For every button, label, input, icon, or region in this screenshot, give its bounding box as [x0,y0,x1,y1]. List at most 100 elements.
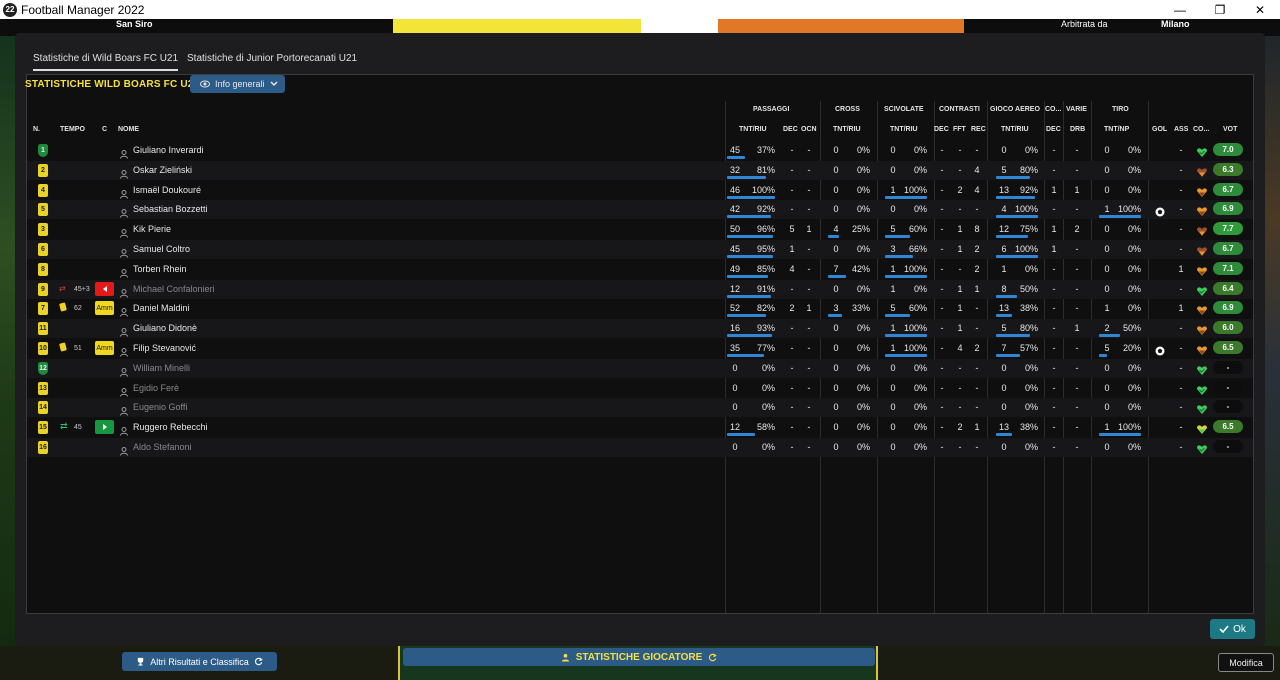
player-name-link[interactable]: Egidio Ferè [133,383,179,393]
player-name-link[interactable]: Filip Stevanović [133,343,196,353]
table-row[interactable]: 11 Giuliano Didonè 16 93% - - 0 0% 1 100% - 1 - 5 80% -… [27,319,1253,339]
col-header-aer-tnt[interactable]: TNT/RIU [1001,126,1029,133]
info-generali-dropdown[interactable]: Info generali [190,75,285,93]
co-decisive: - [1052,204,1056,215]
aerial-duels-attempts: 8 [1001,283,1007,294]
tackles: 5 60% [885,222,927,239]
tackles-bar [885,235,910,239]
player-name-link[interactable]: Giuliano Didonè [133,323,197,333]
player-name-link[interactable]: Ruggero Rebecchi [133,422,208,432]
table-row[interactable]: 14 Eugenio Goffi 0 0% - - 0 0% 0 0% - - - 0 0% - - 0 0% - - [27,398,1253,418]
assists: - [1179,164,1183,175]
col-header-c[interactable]: C [102,126,107,133]
contrasts-fouls: 1 [957,323,963,334]
col-header-pass-dec[interactable]: DEC [783,126,798,133]
passes-attempts: 35 [729,343,740,353]
player-name-link[interactable]: Ismaël Doukouré [133,185,201,195]
table-row[interactable]: 13 Egidio Ferè 0 0% - - 0 0% 0 0% - - - 0 0% - - 0 0% - - [27,379,1253,398]
table-row[interactable]: 15 ⇄ 45 Ruggero Rebecchi 12 58% - -0 0% 0 0% -2 1 13 3… [27,418,1253,437]
col-header-n[interactable]: N. [33,126,40,133]
shirt-number-badge: 5 [38,203,48,217]
player-name-link[interactable]: Giuliano Inverardi [133,145,204,155]
table-row[interactable]: 9 ⇄ 45+3 Michael Confalonieri 12 91% - - 0 0% 1 0% -… [27,279,1253,299]
table-row[interactable]: 8 Torben Rhein 49 85% 4 - 7 42% 1 100% - - 2 1 0% - - 0 0%… [27,260,1253,279]
passes-chances: 1 [806,224,812,235]
close-window-button[interactable]: ✕ [1240,0,1280,19]
crosses-pct: 0% [856,442,870,452]
table-row[interactable]: 5 Sebastian Bozzetti 42 92% - - 0 0% 0 0% - - - 4 100%… [27,200,1253,220]
col-header-vot[interactable]: VOT [1223,126,1237,133]
modifica-button[interactable]: Modifica [1218,653,1274,672]
table-row[interactable]: 1 Giuliano Inverardi 45 37% - - 0 0% 0 0% - - - 0 0% - -… [27,141,1253,160]
col-header-tempo[interactable]: TEMPO [60,126,85,133]
col-header-con-fft[interactable]: FFT [953,126,966,133]
shirt-number-badge: 6 [38,243,48,256]
passes-decisive: 1 [789,244,795,254]
crosses-attempts: 7 [833,263,839,274]
contrasts-recoveries: - [975,145,979,155]
col-header-varie-drb[interactable]: DRB [1070,126,1085,133]
dribbles: - [1075,402,1079,413]
col-header-cond[interactable]: CO... [1193,126,1209,133]
player-name-link[interactable]: Oskar Zieliński [133,165,192,175]
player-rating-badge: 7.7 [1213,222,1243,236]
col-header-gol[interactable]: GOL [1152,126,1167,133]
player-icon [120,225,128,238]
table-row[interactable]: 6 Samuel Coltro 45 95% 1-0 0% 3 66% -1 2 6 100% 1-0 0… [27,240,1253,259]
col-header-co-dec[interactable]: DEC [1046,126,1061,133]
player-name-link[interactable]: Daniel Maldini [133,303,190,313]
col-header-pass-ocn[interactable]: OCN [801,126,817,133]
tackles: 0 0% [885,143,927,158]
statistiche-giocatore-button[interactable]: STATISTICHE GIOCATORE [403,648,875,666]
col-header-tiro-tnt[interactable]: TNT/NP [1104,126,1129,133]
altri-risultati-button[interactable]: Altri Risultati e Classifica [122,652,277,671]
shots-attempts: 0 [1104,164,1110,175]
aerial-duels: 5 80% [996,163,1038,179]
aerial-duels: 0 0% [996,400,1038,415]
maximize-button[interactable]: ❐ [1200,0,1240,19]
col-header-ass[interactable]: ASS [1174,126,1188,133]
player-name-link[interactable]: Torben Rhein [133,264,187,274]
contrasts-recoveries: 4 [974,164,980,175]
player-name-link[interactable]: Samuel Coltro [133,244,190,254]
player-name-link[interactable]: William Minelli [133,363,190,373]
col-header-con-dec[interactable]: DEC [934,126,949,133]
passes-attempts: 42 [729,204,740,215]
passes-decisive: - [790,184,794,195]
table-row[interactable]: 12 William Minelli 0 0% - - 0 0% 0 0% - - - 0 0% - - 0 0% -… [27,358,1253,378]
tab-away-stats[interactable]: Statistiche di Junior Portorecanati U21 [187,53,357,64]
player-icon [561,653,569,662]
aerial-duels-pct: 80% [1019,323,1038,334]
player-name-link[interactable]: Sebastian Bozzetti [133,204,208,214]
aerial-duels-bar [996,334,1030,338]
table-row[interactable]: 16 Aldo Stefanoni 0 0% - - 0 0% 0 0% - - - 0 0% - - 0 0% - - [27,438,1253,457]
col-header-con-rec[interactable]: REC [971,126,986,133]
crosses-attempts: 0 [833,184,839,195]
aerial-duels-pct: 0% [1024,362,1038,373]
table-row[interactable]: 3 Kik Pierie 50 96% 5 1 4 25% 5 60% -1 8 12 75% 1 2 0 0% -… [27,220,1253,239]
player-name-link[interactable]: Aldo Stefanoni [133,442,192,452]
player-icon [120,186,128,199]
col-header-nome[interactable]: NOME [118,126,139,133]
col-header-cross-tnt[interactable]: TNT/RIU [833,126,861,133]
player-name-link[interactable]: Kik Pierie [133,224,171,234]
ok-button[interactable]: Ok [1210,619,1255,639]
player-stats-dialog: Statistiche di Wild Boars FC U21 Statist… [15,33,1265,646]
table-row[interactable]: 4 Ismaël Doukouré 46 100% - -0 0% 1 100% -2 4 13 92%… [27,181,1253,200]
crosses-pct: 0% [856,244,870,254]
co-decisive: - [1052,283,1056,294]
table-row[interactable]: 7 62 Amm Daniel Maldini 52 82% 2 1 3 33% 5 60% -1-13… [27,299,1253,318]
table-row[interactable]: 10 51 Amm Filip Stevanović 35 77% - - 0 0% 1 100% - 4… [27,339,1253,358]
player-name-link[interactable]: Michael Confalonieri [133,284,215,294]
col-header-pass-tnt[interactable]: TNT/RIU [739,126,767,133]
table-row[interactable]: 2 Oskar Zieliński 32 81% - -0 0% 0 0% - -4 5 80% - -0 0… [27,160,1253,180]
tackles-pct: 0% [913,382,927,393]
group-header-passaggi: PASSAGGI [753,106,790,113]
shots: 0 0% [1099,440,1141,455]
passes: 50 96% [727,222,775,239]
col-header-sciv-tnt[interactable]: TNT/RIU [890,126,918,133]
tab-home-stats[interactable]: Statistiche di Wild Boars FC U21 [33,53,179,71]
player-name-link[interactable]: Eugenio Goffi [133,402,187,412]
passes-attempts: 49 [729,263,740,274]
minimize-button[interactable]: — [1160,0,1200,19]
